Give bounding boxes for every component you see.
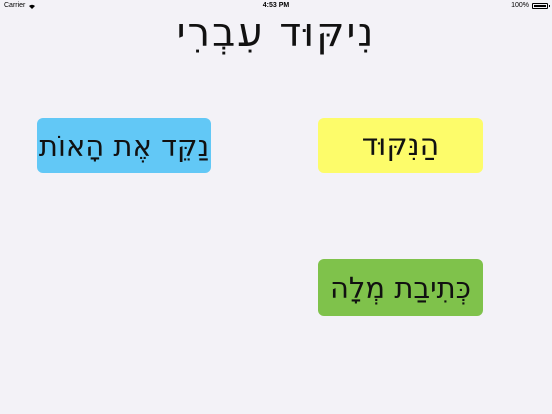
battery-percent: 100%: [511, 2, 529, 9]
battery-icon: [532, 2, 550, 9]
app-title: נִיקּוּד עִבְרִי: [176, 10, 376, 56]
status-time: 4:53 PM: [262, 2, 290, 9]
mark-the-letter-button[interactable]: נַקֵּד אֶת הָאוֹת: [37, 118, 211, 173]
word-spelling-button[interactable]: כְּתִיבַת מְלָה: [318, 259, 483, 316]
niqqud-button-label: הַנִּקּוּד: [361, 128, 440, 163]
status-right: 100%: [511, 2, 550, 9]
battery-fill: [534, 4, 546, 7]
mark-the-letter-button-label: נַקֵּד אֶת הָאוֹת: [38, 128, 210, 163]
niqqud-button[interactable]: הַנִּקּוּד: [318, 118, 483, 173]
word-spelling-button-label: כְּתִיבַת מְלָה: [329, 270, 472, 305]
